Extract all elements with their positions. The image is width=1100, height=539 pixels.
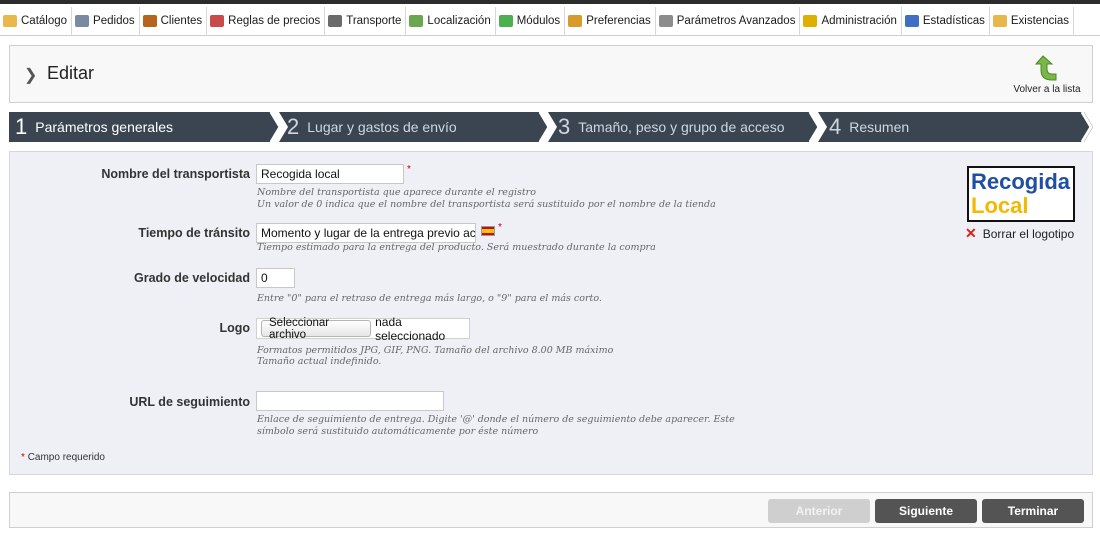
menu-item-label: Módulos [516,15,561,27]
preferences-icon [568,15,583,27]
stock-icon [992,15,1007,27]
menu-item-3[interactable]: Reglas de precios [207,7,326,35]
menu-item-6[interactable]: Módulos [496,7,566,35]
logo-file-input[interactable]: Seleccionar archivo nada seleccionado [256,315,470,343]
menu-item-11[interactable]: Existencias [990,7,1075,35]
menu-item-label: Parámetros Avanzados [676,15,796,27]
user-icon [142,15,157,27]
menu-item-5[interactable]: Localización [406,7,496,35]
menu-item-label: Localización [427,15,491,27]
delete-icon: ✕ [965,225,977,241]
menu-item-label: Pedidos [93,15,135,27]
required-star: * [407,164,411,175]
page-header: ❯ Editar Volver a la lista [9,45,1093,103]
menu-item-label: Clientes [160,15,203,27]
wrench-icon [658,15,673,27]
menu-item-2[interactable]: Clientes [140,7,208,35]
finish-button[interactable]: Terminar [982,499,1084,523]
file-status: nada seleccionado [375,314,446,343]
folder-icon [3,15,17,27]
required-note: * Campo requerido [21,452,105,463]
carrier-name-input[interactable]: Recogida local [256,164,404,184]
top-menu: Catálogo Pedidos Clientes Reglas de precios… [0,0,1100,36]
speed-grade-hint: Entre "0" para el retraso de entrega más… [257,293,602,304]
wizard-footer: Anterior Siguiente Terminar [9,492,1093,528]
menu-item-4[interactable]: Transporte [325,7,407,35]
tracking-url-label: URL de seguimiento [129,395,250,409]
globe-icon [409,15,424,27]
required-star: * [498,222,502,233]
back-to-list-label: Volver a la lista [1013,84,1081,95]
menu-item-label: Administración [821,15,897,27]
step-4[interactable]: 4 Resumen [829,112,909,142]
chevron-right-icon: ❯ [24,67,38,84]
menu-item-label: Existencias [1010,15,1070,27]
tracking-url-input[interactable] [256,391,444,411]
menu-item-label: Estadísticas [922,15,985,27]
menu-item-label: Reglas de precios [228,15,321,27]
menu-item-10[interactable]: Estadísticas [902,7,990,35]
speed-grade-label: Grado de velocidad [133,271,250,285]
truck-icon [328,15,343,27]
logo-text-line-1: Recogida [971,169,1071,194]
carrier-name-hint: Nombre del transportista que aparece dur… [257,187,536,198]
back-arrow-icon [1034,55,1057,81]
menu-item-label: Preferencias [586,15,651,27]
menu-item-9[interactable]: Administración [800,7,902,35]
transit-time-label: Tiempo de tránsito [138,226,250,240]
logo-hint-2: Tamaño actual indefinido. [257,356,382,367]
stats-icon [904,15,919,27]
carrier-logo-preview: Recogida Local [967,166,1075,222]
logo-text-line-2: Local [971,193,1029,218]
transit-time-hint: Tiempo estimado para la entrega del prod… [257,242,656,253]
previous-button[interactable]: Anterior [768,499,870,523]
menu-item-label: Transporte [346,15,402,27]
page-title: Editar [47,63,95,83]
carrier-name-label: Nombre del transportista [101,167,250,181]
tracking-url-hint: Enlace de seguimiento de entrega. Digite… [257,414,735,425]
price-rules-icon [210,15,225,27]
key-icon [803,15,818,27]
spain-flag-icon[interactable] [481,226,495,236]
step-2[interactable]: 2 Lugar y gastos de envío [287,112,457,142]
speed-grade-input[interactable]: 0 [256,268,295,288]
tracking-url-hint-2: símbolo será sustituido automáticamente … [257,426,539,437]
menu-item-0[interactable]: Catálogo [0,7,73,35]
menu-item-1[interactable]: Pedidos [72,7,140,35]
delete-logo-link[interactable]: ✕ Borrar el logotipo [965,225,1074,242]
menu-item-8[interactable]: Parámetros Avanzados [656,7,801,35]
transit-time-input[interactable]: Momento y lugar de la entrega previo acu… [256,223,476,243]
carrier-form: Nombre del transportista Recogida local … [9,151,1093,475]
puzzle-icon [498,15,513,27]
cart-icon [75,15,90,27]
next-button[interactable]: Siguiente [875,499,977,523]
logo-label: Logo [219,321,250,335]
wizard-steps: 1 Parámetros generales 2 Lugar y gastos … [9,112,1093,142]
menu-item-7[interactable]: Preferencias [565,7,656,35]
carrier-name-hint-2: Un valor de 0 indica que el nombre del t… [257,199,716,210]
step-3[interactable]: 3 Tamaño, peso y grupo de acceso [558,112,785,142]
back-to-list-button[interactable]: Volver a la lista [1012,54,1082,98]
step-1[interactable]: 1 Parámetros generales [15,112,173,142]
choose-file-button[interactable]: Seleccionar archivo [261,317,372,341]
delete-logo-label: Borrar el logotipo [982,226,1075,241]
menu-item-label: Catálogo [21,15,68,27]
